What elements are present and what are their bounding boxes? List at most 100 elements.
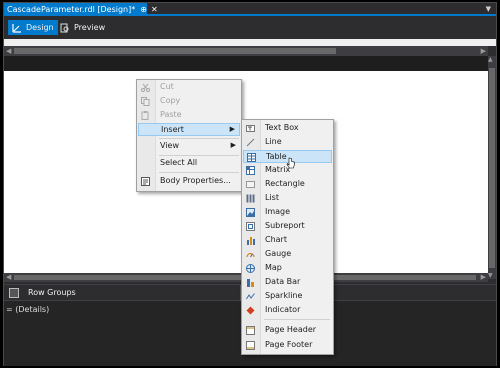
submenu-item-gauge[interactable]: Gauge: [243, 248, 332, 261]
map-icon: [246, 264, 255, 273]
menu-item-copy-label: Copy: [160, 96, 181, 105]
row-groups-icon: [9, 287, 19, 298]
submenu-item-list[interactable]: List: [243, 192, 332, 205]
paste-icon: [141, 111, 149, 120]
submenu-item-label: Sparkline: [265, 291, 303, 300]
mouse-pointer-icon: [286, 157, 295, 169]
document-tab-strip: CascadeParameter.rdl [Design]* ⊕ ✕ ▼: [4, 3, 496, 16]
page-footer-icon: [246, 341, 255, 350]
indicator-icon: [246, 306, 255, 315]
submenu-item-label: Page Header: [265, 325, 317, 334]
submenu-item-label: Page Footer: [265, 340, 313, 349]
textbox-icon: [246, 125, 255, 132]
context-menu: Cut Copy Paste Insert ▶ View ▶ Select Al…: [136, 79, 242, 192]
submenu-item-label: Rectangle: [265, 179, 305, 188]
design-icon: [12, 23, 21, 33]
submenu-item-label: Line: [265, 137, 282, 146]
copy-icon: [141, 97, 150, 106]
hscroll-right-icon[interactable]: ▶: [481, 273, 486, 281]
ruler-scroll-thumb[interactable]: [14, 48, 336, 54]
list-icon: [246, 194, 255, 203]
rectangle-icon: [246, 181, 255, 188]
document-tab-title: CascadeParameter.rdl [Design]*: [7, 5, 136, 14]
submenu-item-line[interactable]: Line: [243, 136, 332, 149]
submenu-item-subreport[interactable]: Subreport: [243, 220, 332, 233]
menu-item-view[interactable]: View ▶: [138, 140, 240, 153]
submenu-item-page-header[interactable]: Page Header: [243, 324, 332, 337]
submenu-item-text-box[interactable]: Text Box: [243, 122, 332, 135]
menu-item-copy[interactable]: Copy: [138, 95, 240, 108]
hscroll-left-icon[interactable]: ◀: [6, 273, 11, 281]
matrix-icon: [246, 166, 255, 175]
menu-separator: [264, 319, 330, 320]
menu-item-select-all-label: Select All: [160, 158, 198, 167]
tab-preview-label: Preview: [74, 23, 106, 32]
submenu-item-map[interactable]: Map: [243, 262, 332, 275]
menu-item-view-label: View: [160, 141, 179, 150]
scroll-right-icon[interactable]: ▶: [481, 47, 486, 55]
tab-design[interactable]: Design: [8, 20, 58, 35]
horizontal-ruler: [4, 39, 496, 46]
cut-icon: [141, 83, 150, 92]
submenu-item-label: Image: [265, 207, 291, 216]
menu-item-paste[interactable]: Paste: [138, 109, 240, 122]
subreport-icon: [246, 222, 255, 231]
menu-item-cut-label: Cut: [160, 82, 174, 91]
details-group[interactable]: = (Details): [6, 305, 49, 314]
submenu-item-label: Data Bar: [265, 277, 301, 286]
menu-separator: [159, 155, 239, 156]
submenu-item-label: List: [265, 193, 279, 202]
scroll-down-icon[interactable]: ▼: [488, 272, 493, 279]
databar-icon: [247, 279, 254, 287]
submenu-item-label: Text Box: [265, 123, 299, 132]
menu-item-select-all[interactable]: Select All: [138, 157, 240, 170]
scroll-left-icon[interactable]: ◀: [6, 47, 11, 55]
menu-separator: [159, 172, 239, 173]
sparkline-icon: [246, 293, 255, 300]
scroll-up-icon[interactable]: ▲: [488, 56, 493, 63]
submenu-item-indicator[interactable]: Indicator: [243, 304, 332, 317]
submenu-item-image[interactable]: Image: [243, 206, 332, 219]
menu-item-insert[interactable]: Insert ▶: [138, 123, 240, 136]
submenu-arrow-icon: ▶: [229, 125, 235, 133]
submenu-item-label: Subreport: [265, 221, 305, 230]
submenu-item-rectangle[interactable]: Rectangle: [243, 178, 332, 191]
submenu-item-data-bar[interactable]: Data Bar: [243, 276, 332, 289]
menu-item-body-properties[interactable]: Body Properties...: [138, 175, 240, 188]
tab-design-label: Design: [26, 23, 54, 32]
close-icon[interactable]: ✕: [151, 5, 158, 14]
line-icon: [246, 138, 255, 147]
vertical-scroll-thumb[interactable]: [489, 68, 495, 268]
menu-item-insert-label: Insert: [161, 125, 184, 134]
chart-icon: [247, 237, 255, 245]
row-groups-label: Row Groups: [28, 288, 76, 297]
document-tab[interactable]: CascadeParameter.rdl [Design]* ⊕ ✕: [4, 3, 158, 16]
image-icon: [246, 208, 255, 217]
submenu-item-label: Table: [266, 152, 287, 161]
submenu-item-chart[interactable]: Chart: [243, 234, 332, 247]
menu-item-body-properties-label: Body Properties...: [160, 176, 231, 185]
submenu-item-label: Map: [265, 263, 282, 272]
submenu-item-page-footer[interactable]: Page Footer: [243, 339, 332, 352]
gauge-icon: [246, 252, 255, 258]
page-header-icon: [246, 326, 255, 335]
properties-icon: [141, 177, 150, 186]
submenu-item-label: Gauge: [265, 249, 292, 258]
menu-separator: [159, 138, 239, 139]
table-icon: [247, 153, 256, 162]
menu-item-cut[interactable]: Cut: [138, 81, 240, 94]
ruler-scrollbar[interactable]: ◀ ▶: [4, 46, 488, 56]
pin-icon[interactable]: ⊕: [140, 5, 147, 14]
menu-item-paste-label: Paste: [160, 110, 182, 119]
submenu-item-label: Chart: [265, 235, 287, 244]
submenu-item-sparkline[interactable]: Sparkline: [243, 290, 332, 303]
tab-list-dropdown-icon[interactable]: ▼: [486, 5, 491, 13]
report-body-header-band: [4, 56, 488, 71]
insert-submenu: Text Box Line Table Matrix Rectangle Lis…: [241, 119, 334, 355]
vertical-scrollbar[interactable]: ▲ ▼: [488, 56, 496, 279]
submenu-item-label: Indicator: [265, 305, 301, 314]
view-toolbar: Design Preview: [4, 18, 496, 37]
tab-preview[interactable]: Preview: [56, 20, 109, 35]
preview-icon: [60, 23, 69, 32]
submenu-arrow-icon: ▶: [230, 141, 236, 149]
